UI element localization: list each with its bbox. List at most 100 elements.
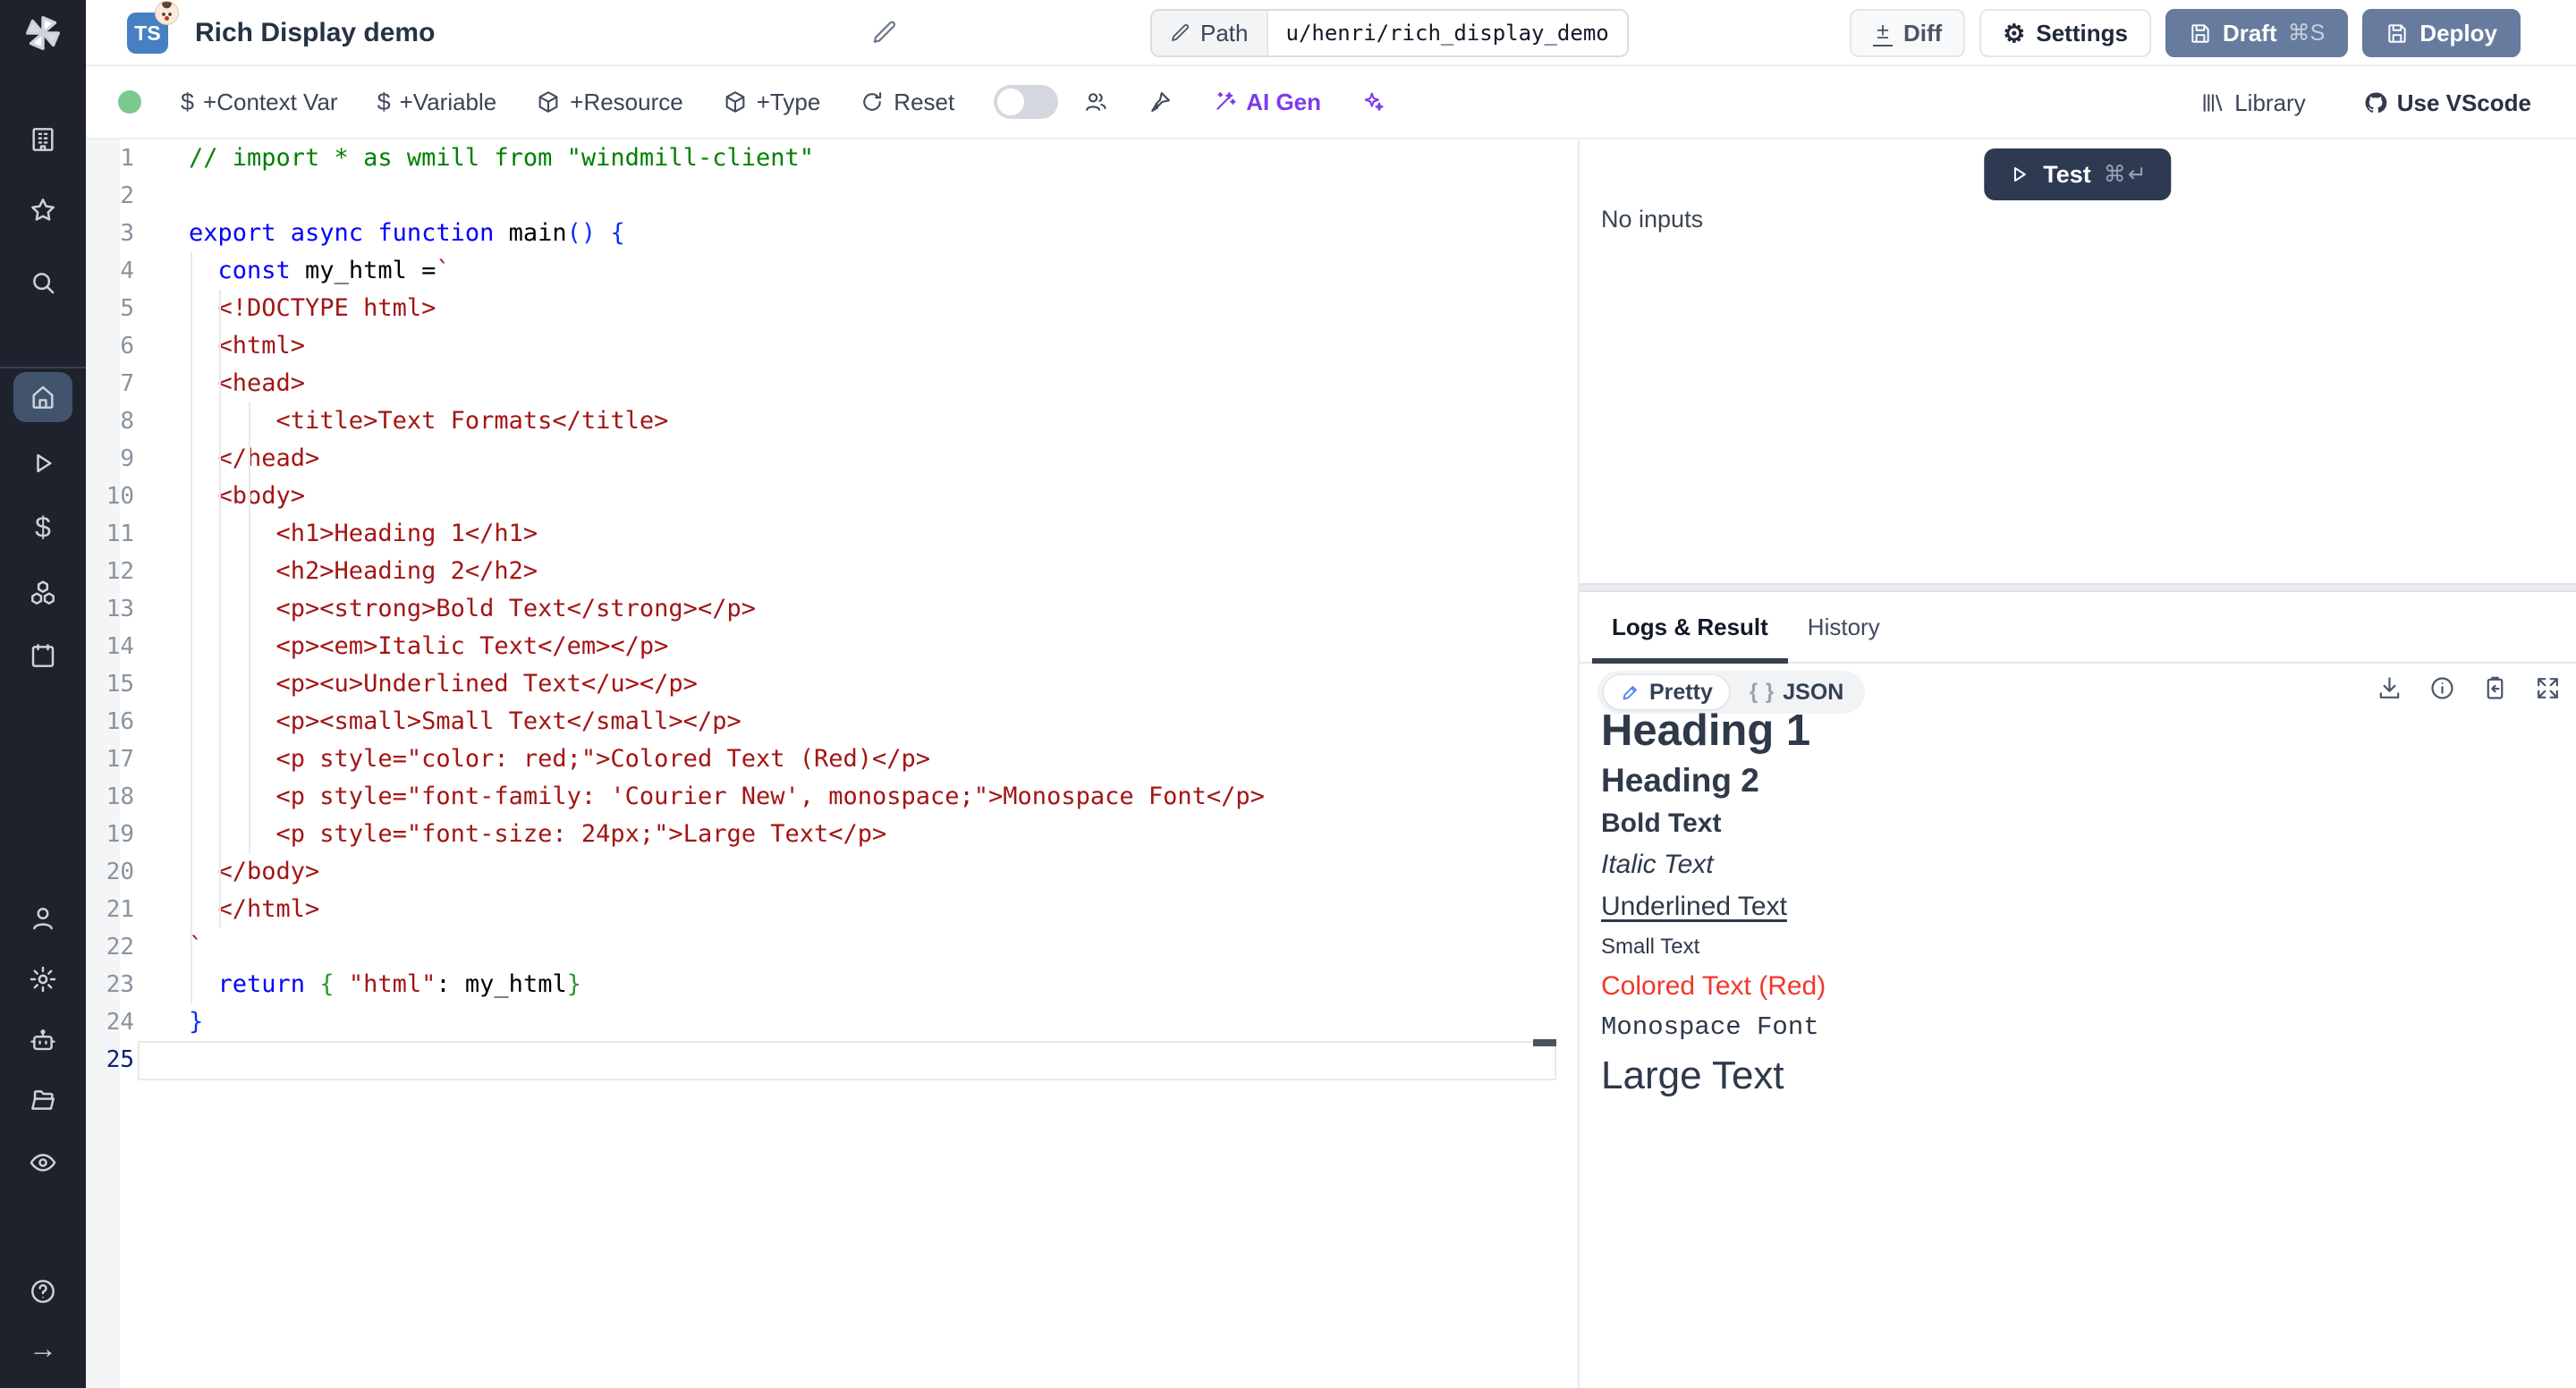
settings-gear-icon[interactable] xyxy=(29,965,58,994)
eye-icon[interactable] xyxy=(29,1148,58,1178)
brush-icon xyxy=(1148,89,1173,114)
play-icon xyxy=(2007,163,2030,186)
path-label-segment[interactable]: Path xyxy=(1152,11,1268,55)
line-number: 13 xyxy=(86,590,134,628)
download-icon[interactable] xyxy=(2376,674,2403,702)
workspace-icon[interactable] xyxy=(29,125,58,155)
result-item-underline: Underlined Text xyxy=(1601,885,2567,928)
toolbar-right: Library Use VScode xyxy=(2200,66,2531,140)
info-icon[interactable] xyxy=(2428,674,2456,702)
line-number: 17 xyxy=(86,741,134,778)
add-variable-button[interactable]: $ +Variable xyxy=(377,89,497,116)
indent-guide xyxy=(191,252,192,1003)
save-icon xyxy=(2385,21,2409,45)
collapse-arrow-icon[interactable]: → xyxy=(29,1333,57,1366)
path-label: Path xyxy=(1200,20,1249,47)
line-number: 1 xyxy=(86,140,134,177)
result-item-bold: Bold Text xyxy=(1601,803,2567,844)
code-line: 11 <h1>Heading 1</h1> xyxy=(86,515,1558,553)
code-line: 18 <p style="font-family: 'Courier New',… xyxy=(86,778,1558,816)
line-number: 16 xyxy=(86,703,134,741)
reset-button[interactable]: Reset xyxy=(860,89,954,116)
code-line: 14 <p><em>Italic Text</em></p> xyxy=(86,628,1558,665)
dollar-icon: $ xyxy=(181,89,194,116)
expand-icon[interactable] xyxy=(2534,674,2562,702)
code-line: 12 <h2>Heading 2</h2> xyxy=(86,553,1558,590)
code-line: 2 xyxy=(86,177,1558,215)
help-icon[interactable] xyxy=(29,1277,58,1307)
code-line: 8 <title>Text Formats</title> xyxy=(86,402,1558,440)
settings-button[interactable]: ⚙ Settings xyxy=(1979,9,2151,57)
plus-minus-icon: ± xyxy=(1873,21,1893,47)
draft-button[interactable]: Draft ⌘S xyxy=(2165,9,2348,57)
github-icon xyxy=(2363,90,2388,115)
sparkles-icon xyxy=(1360,89,1385,114)
code-editor[interactable]: 1// import * as wmill from "windmill-cli… xyxy=(86,140,1558,1388)
line-number: 19 xyxy=(86,816,134,853)
pen-icon xyxy=(1620,681,1641,703)
result-item-h2: Heading 2 xyxy=(1601,758,2567,803)
test-button[interactable]: Test ⌘↵ xyxy=(1984,148,2171,200)
line-number: 2 xyxy=(86,177,134,215)
use-vscode-button[interactable]: Use VScode xyxy=(2363,89,2531,117)
editor-toolbar: $ +Context Var $ +Variable +Resource +Ty… xyxy=(86,66,2576,140)
line-number: 10 xyxy=(86,478,134,515)
line-number: 7 xyxy=(86,365,134,402)
horizontal-resize-handle[interactable] xyxy=(1580,583,2576,592)
schedules-icon[interactable] xyxy=(29,641,58,671)
format-button[interactable] xyxy=(1148,89,1173,114)
folder-icon[interactable] xyxy=(29,1086,58,1115)
ai-gen-button[interactable]: AI Gen xyxy=(1212,89,1321,116)
add-type-button[interactable]: +Type xyxy=(723,89,821,116)
library-button[interactable]: Library xyxy=(2200,89,2305,117)
diff-mode-toggle[interactable] xyxy=(994,85,1058,119)
code-line: 21 </html> xyxy=(86,891,1558,928)
dollar-icon: $ xyxy=(377,89,391,116)
result-tabs: Logs & ResultHistory xyxy=(1580,592,2576,664)
variables-icon[interactable]: $ xyxy=(35,512,51,545)
user-icon[interactable] xyxy=(29,904,58,934)
code-line: 1// import * as wmill from "windmill-cli… xyxy=(86,140,1558,177)
home-icon[interactable] xyxy=(29,383,58,412)
code-line: 7 <head> xyxy=(86,365,1558,402)
clipboard-icon[interactable] xyxy=(2481,674,2509,702)
windmill-script-editor: $ → TS Rich Display demo xyxy=(0,0,2576,1388)
robot-icon[interactable] xyxy=(29,1027,58,1056)
path-field[interactable]: Path u/henri/rich_display_demo xyxy=(1150,9,1629,57)
code-line: 3export async function main() { xyxy=(86,215,1558,252)
search-icon[interactable] xyxy=(29,268,58,298)
diff-button[interactable]: ± Diff xyxy=(1850,9,1965,57)
ai-sparkles-button[interactable] xyxy=(1360,89,1385,114)
result-content: Heading 1Heading 2Bold TextItalic TextUn… xyxy=(1601,703,2567,1104)
package-icon xyxy=(723,89,748,114)
settings-label: Settings xyxy=(2036,20,2128,47)
windmill-logo[interactable] xyxy=(22,13,64,54)
line-number: 3 xyxy=(86,215,134,252)
braces-icon: { } xyxy=(1750,680,1775,705)
panel-split-divider[interactable] xyxy=(1578,140,1580,1388)
code-line: 25 xyxy=(86,1041,1558,1079)
scrollbar-marker[interactable] xyxy=(1533,1039,1556,1046)
header-bar: TS Rich Display demo Path u/henri/rich_d… xyxy=(86,0,2576,66)
code-line: 4 const my_html =` xyxy=(86,252,1558,290)
code-line: 16 <p><small>Small Text</small></p> xyxy=(86,703,1558,741)
resources-icon[interactable] xyxy=(29,579,58,608)
tab-logs-result[interactable]: Logs & Result xyxy=(1592,592,1788,662)
code-line: 19 <p style="font-size: 24px;">Large Tex… xyxy=(86,816,1558,853)
multiplayer-button[interactable] xyxy=(1083,89,1108,114)
deploy-button[interactable]: Deploy xyxy=(2362,9,2521,57)
add-resource-button[interactable]: +Resource xyxy=(536,89,682,116)
favorites-icon[interactable] xyxy=(29,196,58,225)
left-sidebar: $ → xyxy=(0,0,86,1388)
runs-icon[interactable] xyxy=(29,449,58,478)
save-icon xyxy=(2189,21,2212,45)
result-action-icons xyxy=(2376,674,2562,702)
run-result-panel: Test ⌘↵ No inputs Logs & ResultHistory P… xyxy=(1580,140,2576,1388)
add-context-var-button[interactable]: $ +Context Var xyxy=(181,89,338,116)
edit-title-pencil-icon[interactable] xyxy=(871,19,899,51)
tab-history[interactable]: History xyxy=(1788,592,1900,662)
no-inputs-label: No inputs xyxy=(1601,206,1703,233)
line-number: 15 xyxy=(86,665,134,703)
path-value[interactable]: u/henri/rich_display_demo xyxy=(1268,11,1627,55)
code-line: 17 <p style="color: red;">Colored Text (… xyxy=(86,741,1558,778)
